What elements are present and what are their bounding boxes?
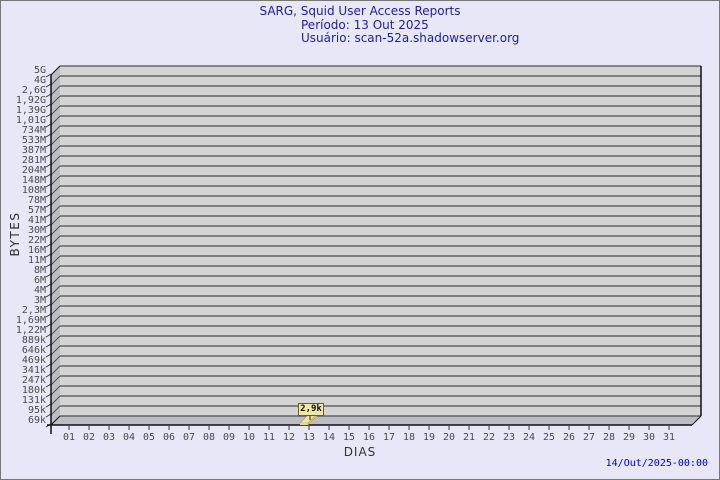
generated-timestamp: 14/Out/2025-00:00 [605,458,708,469]
x-axis-title: DIAS [343,445,377,459]
x-tick-label: 19 [423,432,435,443]
x-tick-label: 22 [483,432,495,443]
x-tick-label: 17 [383,432,395,443]
x-tick-label: 31 [663,432,675,443]
x-tick-label: 03 [103,432,115,443]
x-tick-label: 24 [523,432,535,443]
x-tick-label: 21 [463,432,475,443]
x-tick-label: 01 [63,432,75,443]
x-tick-label: 13 [303,432,315,443]
x-tick-label: 06 [163,432,175,443]
x-tick-label: 18 [403,432,415,443]
x-tick-label: 08 [203,432,215,443]
x-tick-label: 12 [283,432,295,443]
x-tick-label: 14 [323,432,335,443]
x-tick-label: 05 [143,432,155,443]
y-tick-label: 69k [28,415,46,426]
x-tick-label: 07 [183,432,195,443]
data-point-label: 2,9k [298,403,324,416]
x-tick-label: 30 [643,432,655,443]
x-tick-label: 27 [583,432,595,443]
x-tick-label: 28 [603,432,615,443]
x-tick-label: 20 [443,432,455,443]
x-tick-label: 16 [363,432,375,443]
floor-3d [51,416,701,425]
x-tick-label: 26 [563,432,575,443]
x-tick-label: 15 [343,432,355,443]
x-tick-labels: 01 02 03 04 05 06 07 08 09 10 11 12 13 14 15 16 17 18 19 20… [63,432,675,443]
chart-plot-area: 5G4G2,6G1,92G1,39G1,01G734M533M387M281M2… [16,65,702,443]
sarg-report-page: SARG, Squid User Access Reports Período:… [0,0,720,480]
x-tick-label: 09 [223,432,235,443]
x-tick-label: 04 [123,432,135,443]
x-tick-label: 10 [243,432,255,443]
plot-back-wall [60,66,701,416]
x-tick-label: 23 [503,432,515,443]
x-tick-label: 29 [623,432,635,443]
x-tick-label: 11 [263,432,275,443]
x-tick-label: 25 [543,432,555,443]
y-axis-title: BYTES [8,211,22,257]
x-tick-label: 02 [83,432,95,443]
